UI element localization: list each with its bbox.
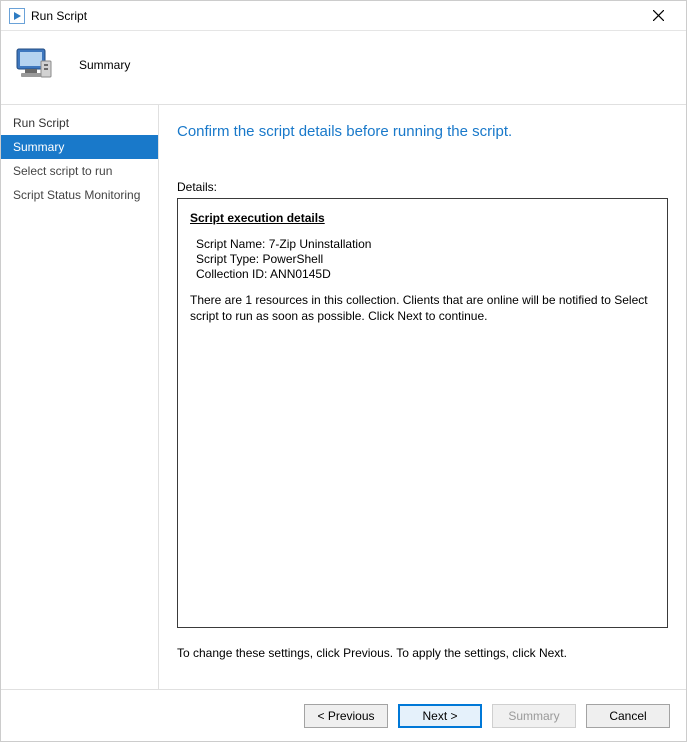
cancel-button[interactable]: Cancel bbox=[586, 704, 670, 728]
computer-icon bbox=[11, 41, 59, 89]
collection-id-row: Collection ID: ANN0145D bbox=[196, 267, 655, 281]
sidebar-heading: Run Script bbox=[1, 111, 158, 135]
collection-id-label: Collection ID: bbox=[196, 267, 267, 281]
titlebar-left: Run Script bbox=[9, 8, 87, 24]
sidebar: Run Script Summary Select script to run … bbox=[1, 105, 159, 697]
sidebar-item-label: Select script to run bbox=[13, 164, 112, 178]
close-button[interactable] bbox=[638, 3, 678, 29]
script-name-value: 7-Zip Uninstallation bbox=[269, 237, 372, 251]
step-title: Summary bbox=[79, 58, 130, 72]
window-title: Run Script bbox=[31, 9, 87, 23]
resource-note: There are 1 resources in this collection… bbox=[190, 293, 655, 324]
summary-button: Summary bbox=[492, 704, 576, 728]
previous-button[interactable]: < Previous bbox=[304, 704, 388, 728]
content-panel: Confirm the script details before runnin… bbox=[159, 105, 686, 697]
sidebar-item-status-monitoring[interactable]: Script Status Monitoring bbox=[1, 183, 158, 207]
script-name-row: Script Name: 7-Zip Uninstallation bbox=[196, 237, 655, 251]
details-label: Details: bbox=[177, 180, 668, 194]
collection-id-value: ANN0145D bbox=[270, 267, 331, 281]
sidebar-item-label: Script Status Monitoring bbox=[13, 188, 140, 202]
sidebar-item-select-script[interactable]: Select script to run bbox=[1, 159, 158, 183]
main-area: Run Script Summary Select script to run … bbox=[1, 104, 686, 697]
script-type-value: PowerShell bbox=[262, 252, 323, 266]
script-type-label: Script Type: bbox=[196, 252, 259, 266]
wizard-header: Summary bbox=[1, 31, 686, 104]
script-type-row: Script Type: PowerShell bbox=[196, 252, 655, 266]
content-heading: Confirm the script details before runnin… bbox=[177, 123, 668, 140]
script-name-label: Script Name: bbox=[196, 237, 265, 251]
button-bar: < Previous Next > Summary Cancel bbox=[1, 689, 686, 741]
titlebar: Run Script bbox=[1, 1, 686, 31]
details-box: Script execution details Script Name: 7-… bbox=[177, 198, 668, 628]
app-icon bbox=[9, 8, 25, 24]
next-button[interactable]: Next > bbox=[398, 704, 482, 728]
hint-text: To change these settings, click Previous… bbox=[177, 646, 668, 660]
details-title: Script execution details bbox=[190, 211, 655, 225]
sidebar-item-label: Summary bbox=[13, 140, 64, 154]
sidebar-item-summary[interactable]: Summary bbox=[1, 135, 158, 159]
